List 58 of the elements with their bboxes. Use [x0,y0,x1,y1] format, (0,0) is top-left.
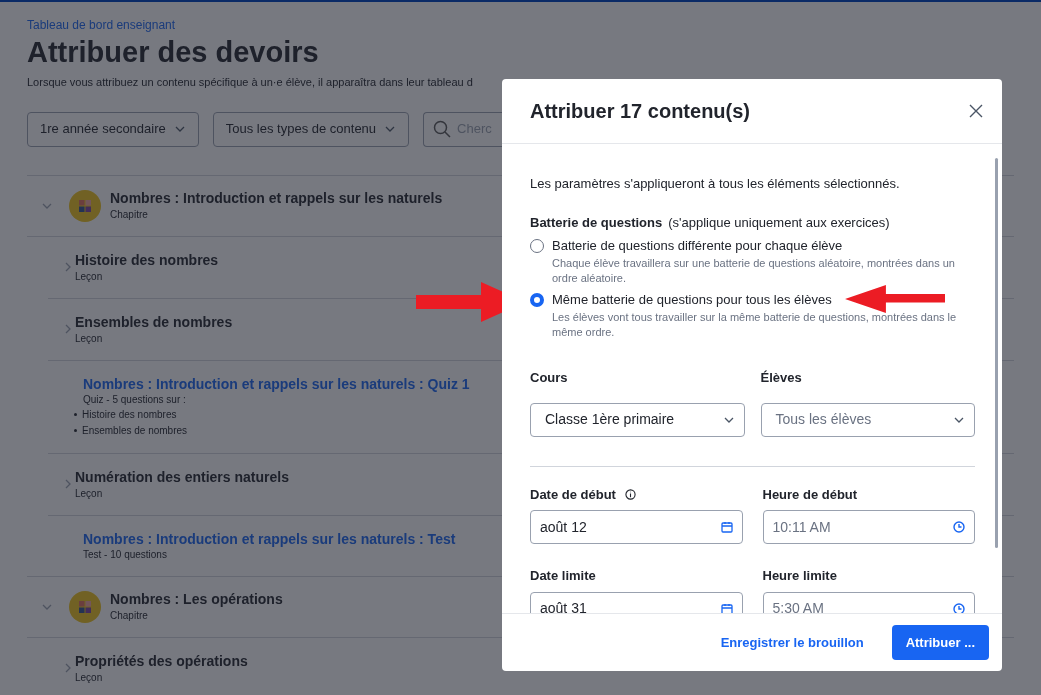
clock-icon [953,521,965,533]
filter-dropdown[interactable]: 1re année secondaire [27,111,199,147]
date-field[interactable]: août 12 [530,510,743,544]
assessment-link[interactable]: Nombres : Introduction et rappels sur les naturels : Quiz 1 [83,374,470,393]
arrow-icon [845,285,945,313]
bullet-icon [74,429,77,432]
assessment-details: Quiz - 5 questions sur : [83,392,187,407]
field-label: Élèves [760,369,803,387]
scrollbar[interactable] [995,158,998,548]
calendar-icon [720,602,733,613]
search-icon [433,120,452,138]
dropdown[interactable]: Classe 1ère primaire [530,402,745,437]
bullet-icon [74,413,77,416]
modal-intro: Les paramètres s'appliqueront à tous les éléments sélectionnés. [530,175,901,193]
section-note: (s'applique uniquement aux exercices) [668,213,890,232]
lesson-title[interactable]: Propriétés des opérations [75,651,248,670]
close-icon [969,104,983,118]
calendar-icon [720,521,733,533]
time-field[interactable]: 10:11 AM [762,510,975,544]
lesson-title[interactable]: Histoire des nombres [75,250,219,269]
modal-title: Attribuer 17 contenu(s) [530,99,751,124]
lesson-title[interactable]: Numération des entiers naturels [75,467,289,486]
assessment-link[interactable]: Nombres : Introduction et rappels sur les naturels : Test [83,529,456,548]
section-label: Batterie de questions [530,213,663,232]
item-type: Leçon [75,269,104,284]
item-type: Chapitre [110,609,149,623]
assessment-details: Test - 10 questions [83,547,168,562]
page-title: Attribuer des devoirs [27,35,320,70]
page-description: Lorsque vous attribuez un contenu spécifique à un·e élève, il apparaîtra dans leur tableau d [27,75,474,90]
skill-item: Histoire des nombres [82,407,177,422]
assign-button[interactable]: Attribuer ... [891,625,989,660]
lesson-title[interactable]: Ensembles de nombres [75,312,233,331]
item-type: Chapitre [110,208,149,222]
date-field[interactable]: août 31 [530,591,743,613]
filter-dropdown[interactable]: Tous les types de contenu [212,111,410,147]
radio-button[interactable] [530,293,544,307]
option-description: Chaque élève travaillera sur une batterie de questions aléatoire, montrées dans un ordre aléatoire. [552,256,956,286]
clock-icon [953,602,965,613]
item-type: Leçon [75,670,104,685]
option-label[interactable]: Même batterie de questions pour tous les élèves [552,291,975,309]
item-type: Leçon [75,486,104,501]
field-label: Cours [530,369,569,387]
field-label: Date de début [530,485,616,504]
field-label: Date limite [530,567,597,585]
field-label: Heure de début [762,485,859,504]
dropdown[interactable]: Tous les élèves [760,402,975,437]
chapter-title[interactable]: Nombres : Les opérations [110,590,283,608]
chapter-title[interactable]: Nombres : Introduction et rappels sur les naturels [110,189,443,207]
item-type: Leçon [75,331,104,346]
breadcrumb-link[interactable]: Tableau de bord enseignant [27,16,1014,34]
math-symbols-icon [69,189,101,222]
save-draft-button[interactable]: Enregistrer le brouillon [720,632,864,653]
field-label: Heure limite [762,567,838,585]
info-icon[interactable] [624,488,636,500]
skill-item: Ensembles de nombres [82,423,188,438]
option-description: Les élèves vont tous travailler sur la même batterie de questions, montrées dans le même ordre. [552,310,958,340]
math-symbols-icon [69,590,101,623]
option-label[interactable]: Batterie de questions différente pour chaque élève [552,237,975,255]
